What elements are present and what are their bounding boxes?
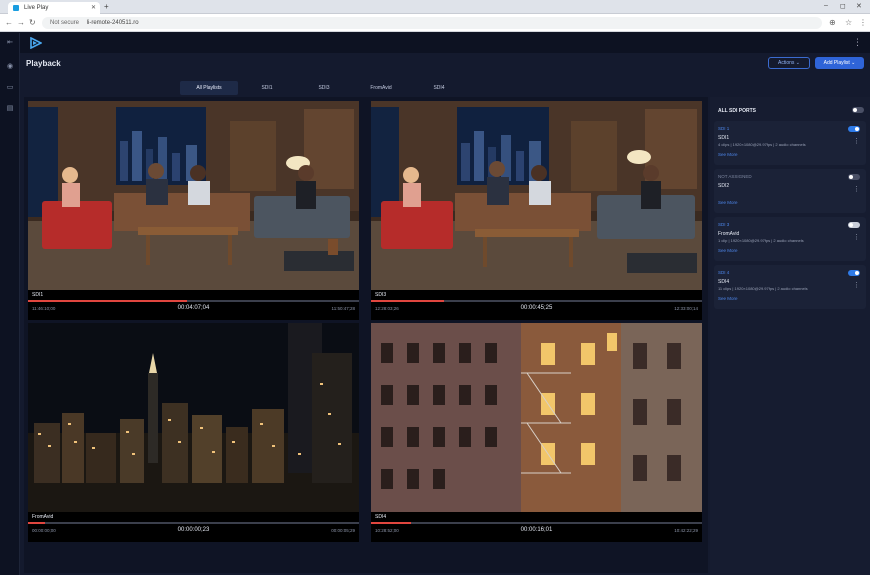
video-frame-sdi3[interactable] xyxy=(371,101,702,290)
tab-sdi3[interactable]: SDI3 xyxy=(298,81,350,95)
see-more-link[interactable]: See More xyxy=(718,296,738,301)
zoom-icon[interactable]: ⊕ xyxy=(829,18,836,27)
app-root: ⇤ ◉ ▭ ▤ ⋮ Playback Actions ⌄ Add Playlis… xyxy=(0,33,870,575)
see-more-link[interactable]: See More xyxy=(718,248,738,253)
not-secure-label[interactable]: Not secure xyxy=(50,20,79,26)
video-preview-image xyxy=(371,101,702,290)
bookmark-star-icon[interactable]: ☆ xyxy=(845,18,852,27)
port-number: NOT ASSIGNED xyxy=(718,174,752,179)
tile-label: FromAvid xyxy=(32,514,54,520)
browser-tab[interactable]: Live Play ✕ xyxy=(8,2,100,14)
port-toggle[interactable] xyxy=(848,222,860,228)
port-menu-icon[interactable]: ⋮ xyxy=(853,137,860,145)
port-playlist-name: SDI1 xyxy=(718,135,730,141)
close-tab-icon[interactable]: ✕ xyxy=(91,4,96,11)
address-bar: ← → ↻ Not secure li-remote-240511.ro ⊕ ☆… xyxy=(0,14,870,32)
sdi-ports-panel: ALL SDI PORTS SDI 1 SDI1 4 clips | 1920×… xyxy=(710,97,870,575)
port-menu-icon[interactable]: ⋮ xyxy=(853,281,860,289)
reload-icon[interactable]: ↻ xyxy=(29,18,36,27)
end-time: 12:33:00;14 xyxy=(674,306,698,311)
browser-window: Live Play ✕ + – ◻ ✕ ← → ↻ Not secure li-… xyxy=(0,0,870,575)
url-field[interactable]: Not secure li-remote-240511.ro xyxy=(42,17,822,29)
tab-sdi1[interactable]: SDI1 xyxy=(242,81,292,95)
port-playlist-name: SDI4 xyxy=(718,279,730,285)
video-preview-image xyxy=(371,323,702,512)
sdi-port-card: NOT ASSIGNED SDI2 See More ⋮ xyxy=(714,169,866,213)
forward-icon[interactable]: → xyxy=(17,18,25,27)
port-number: SDI 1 xyxy=(718,126,730,131)
app-logo-icon xyxy=(30,37,42,49)
port-menu-icon[interactable]: ⋮ xyxy=(853,233,860,241)
browser-menu-icon[interactable]: ⋮ xyxy=(859,18,867,27)
see-more-link[interactable]: See More xyxy=(718,152,738,157)
progress-fill xyxy=(371,522,411,524)
progress-fill xyxy=(28,522,45,524)
library-nav-icon[interactable]: ▭ xyxy=(6,84,14,92)
sdi-port-card: SDI 3 FromAvid 1 clip | 1920×1080@29.97f… xyxy=(714,217,866,261)
video-preview-image xyxy=(28,323,359,512)
nav-rail: ⇤ ◉ ▭ ▤ xyxy=(0,33,20,575)
player-tile[interactable]: SDI4 10:28:52;00 00:00:16;01 10:42:22;29 xyxy=(371,323,702,542)
sdi-port-card: SDI 4 SDI4 11 clips | 1920×1080@29.97fps… xyxy=(714,265,866,309)
minimize-button[interactable]: – xyxy=(824,2,828,9)
tab-fromavid[interactable]: FromAvid xyxy=(356,81,406,95)
port-toggle[interactable] xyxy=(848,126,860,132)
port-details: 11 clips | 1920×1080@29.97fps | 2 audio … xyxy=(718,286,808,291)
back-icon[interactable]: ← xyxy=(5,18,13,27)
app-favicon-icon xyxy=(13,5,19,11)
page-title: Playback xyxy=(26,59,61,68)
tile-label: SDI3 xyxy=(375,292,387,298)
end-time: 10:42:22;29 xyxy=(674,528,698,533)
player-grid: SDI1 11:46:10;00 00:04:07;04 11:50:47;28 xyxy=(24,97,708,573)
timecode: 00:04:07;04 xyxy=(177,305,210,311)
panel-header: ALL SDI PORTS xyxy=(718,108,756,114)
url-text: li-remote-240511.ro xyxy=(86,20,139,26)
end-time: 00:00:05;29 xyxy=(331,528,355,533)
sdi-port-card: SDI 1 SDI1 4 clips | 1920×1080@29.97fps … xyxy=(714,121,866,165)
video-frame-fromavid[interactable] xyxy=(28,323,359,512)
expand-menu-icon[interactable]: ⇤ xyxy=(6,39,14,47)
port-toggle[interactable] xyxy=(848,270,860,276)
settings-nav-icon[interactable]: ▤ xyxy=(6,105,14,113)
player-tile[interactable]: SDI3 12:28:03;26 00:00:45;25 12:33:00;14 xyxy=(371,101,702,320)
tab-all-playlists[interactable]: All Playlists xyxy=(180,81,238,95)
close-window-button[interactable]: ✕ xyxy=(856,2,862,10)
progress-fill xyxy=(371,300,444,302)
playback-nav-icon[interactable]: ◉ xyxy=(6,63,14,71)
tile-label: SDI4 xyxy=(375,514,387,520)
app-top-bar: ⋮ xyxy=(20,33,870,53)
browser-tab-bar: Live Play ✕ + – ◻ ✕ xyxy=(0,0,870,14)
tile-label: SDI1 xyxy=(32,292,44,298)
all-ports-toggle[interactable] xyxy=(852,107,864,113)
video-frame-sdi4[interactable] xyxy=(371,323,702,512)
port-details: 4 clips | 1920×1080@29.97fps | 2 audio c… xyxy=(718,142,806,147)
video-frame-sdi1[interactable] xyxy=(28,101,359,290)
progress-fill xyxy=(28,300,187,302)
timecode: 00:00:45;25 xyxy=(520,305,553,311)
player-tile[interactable]: FromAvid 00:00:00;00 00:00:00;23 00:00:0… xyxy=(28,323,359,542)
timecode: 00:00:00;23 xyxy=(177,527,210,533)
timecode: 00:00:16;01 xyxy=(520,527,553,533)
port-playlist-name: FromAvid xyxy=(718,231,740,237)
app-menu-icon[interactable]: ⋮ xyxy=(853,37,862,47)
player-tile[interactable]: SDI1 11:46:10;00 00:04:07;04 11:50:47;28 xyxy=(28,101,359,320)
port-menu-icon[interactable]: ⋮ xyxy=(853,185,860,193)
port-playlist-name: SDI2 xyxy=(718,183,730,189)
progress-track[interactable] xyxy=(371,522,702,524)
tab-sdi4[interactable]: SDI4 xyxy=(412,81,466,95)
see-more-link[interactable]: See More xyxy=(718,200,738,205)
video-preview-image xyxy=(28,101,359,290)
add-playlist-button[interactable]: Add Playlist ⌄ xyxy=(815,57,864,69)
browser-tab-title: Live Play xyxy=(24,5,49,11)
new-tab-button[interactable]: + xyxy=(104,2,109,11)
port-toggle[interactable] xyxy=(848,174,860,180)
maximize-button[interactable]: ◻ xyxy=(840,2,846,10)
port-number: SDI 4 xyxy=(718,270,730,275)
end-time: 11:50:47;28 xyxy=(331,306,355,311)
port-details: 1 clip | 1920×1080@29.97fps | 2 audio ch… xyxy=(718,238,804,243)
progress-track[interactable] xyxy=(28,522,359,524)
port-number: SDI 3 xyxy=(718,222,730,227)
actions-button[interactable]: Actions ⌄ xyxy=(768,57,810,69)
